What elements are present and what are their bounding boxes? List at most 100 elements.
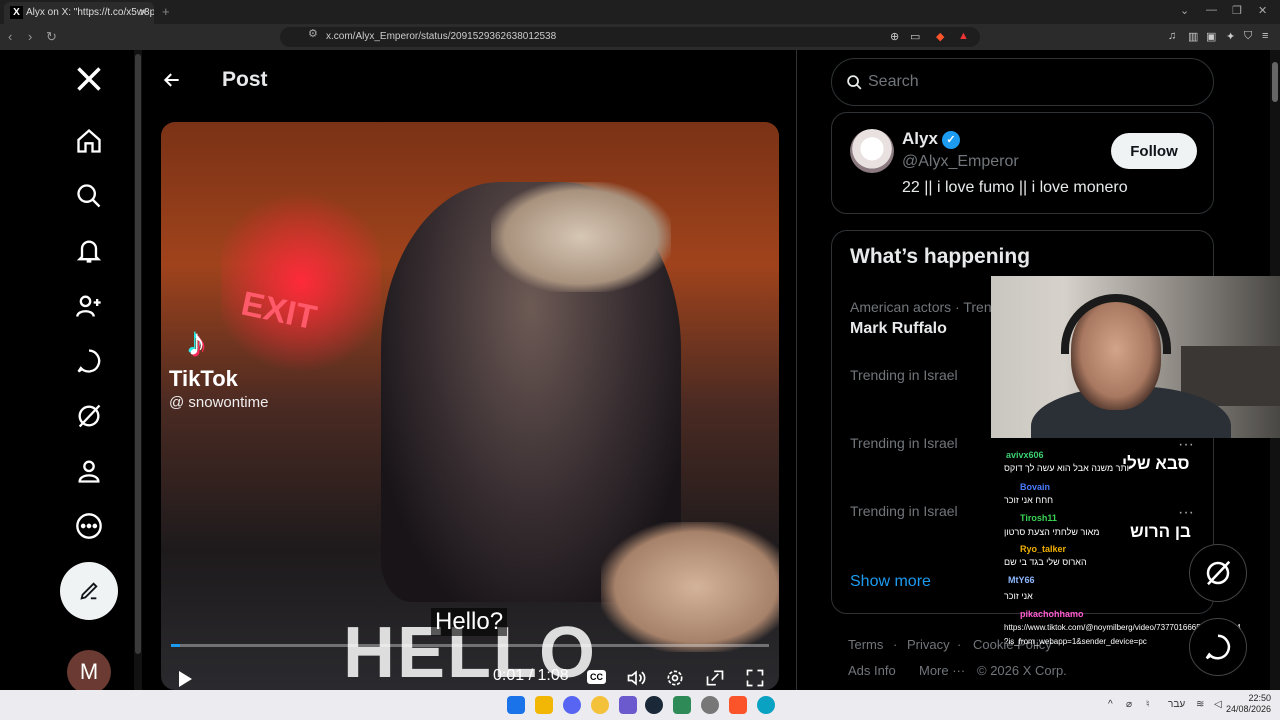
- settings-gear-icon[interactable]: [665, 668, 685, 690]
- restore-icon[interactable]: ❐: [1232, 4, 1242, 17]
- left-nav: M: [0, 50, 134, 694]
- volume-icon[interactable]: [625, 668, 647, 690]
- show-more-link[interactable]: Show more: [850, 573, 931, 591]
- search-input[interactable]: Search: [831, 58, 1214, 106]
- browser-tab[interactable]: X Alyx on X: "https://t.co/x5w8pN... ✕: [4, 2, 154, 24]
- speaker-icon[interactable]: ◁: [1214, 699, 1222, 710]
- close-tab-icon[interactable]: ✕: [139, 6, 148, 19]
- start-icon[interactable]: [507, 696, 525, 714]
- language-indicator[interactable]: עבר: [1168, 699, 1185, 710]
- video-progress-bar[interactable]: [171, 644, 769, 647]
- minimize-icon[interactable]: —: [1206, 4, 1217, 16]
- back-arrow-icon[interactable]: [162, 70, 182, 95]
- profile-icon[interactable]: [68, 450, 110, 492]
- brave-icon[interactable]: [729, 696, 747, 714]
- ads-info-link[interactable]: Ads Info: [848, 663, 896, 678]
- grok-icon: [1206, 560, 1231, 586]
- page-title: Post: [222, 68, 268, 91]
- new-tab-button[interactable]: +: [162, 4, 170, 19]
- chat-username: pikachohhamo: [1020, 609, 1084, 619]
- whats-happening-title: What’s happening: [850, 245, 1031, 268]
- file-explorer-icon[interactable]: [535, 696, 553, 714]
- messages-fab-button[interactable]: [1189, 618, 1247, 676]
- tray-chevron-icon[interactable]: ^: [1108, 699, 1113, 710]
- brave-shield-icon[interactable]: ◆: [936, 30, 944, 43]
- discord-icon[interactable]: [563, 696, 581, 714]
- system-clock[interactable]: 22:50 24/08/2026: [1226, 693, 1271, 715]
- left-scrollbar[interactable]: [134, 50, 142, 690]
- app-icon[interactable]: [673, 696, 691, 714]
- steam-icon[interactable]: [645, 696, 663, 714]
- footer-separator: ·: [957, 637, 962, 652]
- verified-badge-icon: ✓: [941, 131, 960, 149]
- trend-name[interactable]: Mark Ruffalo: [850, 320, 947, 338]
- notifications-icon[interactable]: [68, 230, 110, 272]
- reload-icon[interactable]: ↻: [46, 29, 57, 45]
- chat-message: חחח אני זוכר: [1004, 495, 1054, 505]
- profile-card: Alyx ✓ @Alyx_Emperor 22 || i love fumo ||…: [831, 112, 1214, 214]
- video-player[interactable]: EXIT ♪ TikTok @ snowontime HELLO Hello? …: [161, 122, 779, 690]
- x-logo-icon[interactable]: [68, 58, 110, 100]
- wallet-icon[interactable]: ▣: [1206, 30, 1216, 43]
- main-column: Post EXIT ♪ TikTok @ snowontime HELLO He…: [142, 50, 797, 690]
- fullscreen-icon[interactable]: [745, 668, 765, 690]
- back-icon[interactable]: ‹: [8, 29, 12, 44]
- chat-message: ?is_from_webapp=1&sender_device=pc: [1004, 637, 1147, 646]
- close-window-icon[interactable]: ✕: [1258, 4, 1267, 17]
- grok-fab-button[interactable]: [1189, 544, 1247, 602]
- captions-button[interactable]: CC: [587, 670, 606, 684]
- forward-icon[interactable]: ›: [28, 29, 32, 44]
- video-red-light: [221, 192, 381, 372]
- settings-icon[interactable]: [701, 696, 719, 714]
- profile-handle[interactable]: @Alyx_Emperor: [902, 153, 1019, 171]
- tab-title: Alyx on X: "https://t.co/x5w8pN...: [26, 7, 154, 18]
- rewards-icon[interactable]: ▲: [958, 30, 969, 42]
- edge-icon[interactable]: [757, 696, 775, 714]
- media-icon[interactable]: ♫: [1168, 30, 1176, 42]
- wifi-icon[interactable]: ≋: [1196, 699, 1204, 710]
- grok-icon[interactable]: [68, 395, 110, 437]
- home-icon[interactable]: [68, 120, 110, 162]
- more-icon[interactable]: [68, 505, 110, 547]
- chat-message: יותר משנה אבל הוא עשה לך דוקס: [1004, 463, 1132, 473]
- app-icon[interactable]: [619, 696, 637, 714]
- microphone-icon[interactable]: ♮: [1146, 699, 1150, 710]
- privacy-link[interactable]: Privacy: [907, 637, 950, 652]
- compose-post-button[interactable]: [60, 562, 118, 620]
- vpn-icon[interactable]: ⛉: [1244, 30, 1252, 43]
- browser-chrome: X Alyx on X: "https://t.co/x5w8pN... ✕ +…: [0, 0, 1280, 50]
- site-settings-icon[interactable]: ⚙: [308, 27, 318, 40]
- terms-link[interactable]: Terms: [848, 637, 883, 652]
- chat-message: אני זוכר: [1004, 591, 1033, 601]
- app-icon[interactable]: [591, 696, 609, 714]
- trend-meta: Trending in Israel: [850, 435, 958, 451]
- leo-icon[interactable]: ✦: [1226, 30, 1235, 43]
- messages-icon[interactable]: [68, 340, 110, 382]
- chat-message: מאור שלחתי הצעת סרטון: [1004, 527, 1100, 537]
- play-icon[interactable]: [177, 670, 193, 690]
- stream-chat-overlay: avivx606 יותר משנה אבל הוא עשה לך דוקס B…: [1000, 440, 1280, 650]
- network-icon[interactable]: ⌀: [1126, 699, 1132, 710]
- footer-more-link[interactable]: More ···: [919, 663, 965, 678]
- profile-name[interactable]: Alyx ✓: [902, 129, 960, 149]
- x-favicon-icon: X: [10, 6, 23, 19]
- address-bar[interactable]: x.com/Alyx_Emperor/status/20915293626380…: [280, 27, 980, 47]
- sidebar-icon[interactable]: ▥: [1188, 30, 1198, 43]
- search-placeholder: Search: [868, 73, 919, 90]
- windows-taskbar: ^ ⌀ ♮ עבר ≋ ◁ 22:50 24/08/2026: [0, 690, 1280, 720]
- follow-icon[interactable]: [68, 285, 110, 327]
- cast-icon[interactable]: ▭: [910, 30, 920, 43]
- explore-icon[interactable]: [68, 175, 110, 217]
- follow-button[interactable]: Follow: [1111, 133, 1197, 169]
- trend-meta: Trending in Israel: [850, 367, 958, 383]
- webcam-overlay: [991, 276, 1280, 438]
- zoom-icon[interactable]: ⊕: [890, 30, 899, 43]
- account-avatar[interactable]: M: [67, 650, 111, 694]
- chat-username: Ryo_talker: [1020, 544, 1067, 554]
- tab-list-icon[interactable]: ⌄: [1180, 4, 1189, 17]
- pip-icon[interactable]: [705, 668, 725, 690]
- chat-username: avivx606: [1006, 450, 1044, 460]
- video-time: 0:01 / 1:08: [493, 667, 569, 684]
- profile-avatar[interactable]: [850, 129, 894, 173]
- menu-icon[interactable]: ≡: [1262, 30, 1268, 42]
